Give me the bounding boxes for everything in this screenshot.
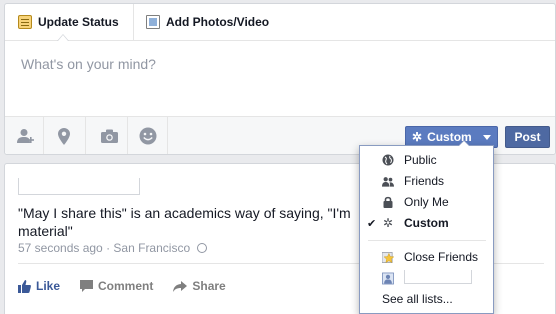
audience-option-only-me[interactable]: Only Me [360, 192, 493, 212]
photo-button[interactable] [98, 125, 120, 147]
post-text-line-2: material" [18, 223, 73, 239]
globe-icon [197, 243, 208, 253]
toolbar-divider [167, 117, 168, 154]
post-meta: 57 seconds ago · San Francisco [18, 241, 208, 255]
feeling-button[interactable] [137, 125, 159, 147]
tag-friends-button[interactable] [15, 125, 37, 147]
audience-list-redacted[interactable] [360, 268, 493, 288]
tag-friends-icon [17, 129, 34, 143]
composer-tabs: Update Status Add Photos/Video [5, 4, 555, 41]
friends-icon [382, 175, 394, 187]
thumbs-up-icon [18, 279, 31, 293]
list-name-redacted [404, 270, 472, 284]
comment-button[interactable]: Comment [80, 279, 153, 293]
toolbar-divider [43, 117, 44, 154]
tab-update-status[interactable]: Update Status [5, 4, 133, 40]
user-list-icon [382, 272, 394, 284]
audience-option-label: Friends [404, 174, 445, 188]
active-tab-indicator [57, 34, 69, 41]
toolbar-divider [127, 117, 128, 154]
tab-add-photos-video[interactable]: Add Photos/Video [133, 4, 269, 40]
post-body: "May I share this" is an academics way o… [18, 204, 368, 240]
audience-option-friends[interactable]: Friends [360, 171, 493, 191]
audience-dropdown-menu: Public Friends Only Me ✔ ✲ Custom Close … [359, 145, 494, 314]
audience-list-close-friends[interactable]: Close Friends [360, 247, 493, 267]
checkmark-icon: ✔ [367, 217, 377, 230]
tab-add-photos-label: Add Photos/Video [166, 15, 270, 29]
chevron-down-icon [483, 135, 491, 140]
globe-icon [382, 154, 394, 166]
dropdown-caret [458, 140, 470, 146]
gear-icon: ✲ [412, 130, 423, 144]
meta-separator: · [106, 241, 111, 255]
gear-icon: ✲ [382, 216, 394, 230]
share-button[interactable]: Share [173, 279, 226, 293]
status-icon [18, 15, 32, 29]
post-timestamp[interactable]: 57 seconds ago [18, 241, 103, 255]
post-text-line-1: "May I share this" is an academics way o… [18, 205, 351, 221]
star-icon [382, 251, 394, 263]
like-button[interactable]: Like [18, 279, 60, 293]
menu-divider [368, 240, 486, 241]
status-input[interactable]: What's on your mind? [5, 41, 555, 117]
story-actions: Like Comment Share [18, 278, 246, 294]
post-location[interactable]: San Francisco [113, 241, 190, 255]
comment-label: Comment [98, 279, 154, 293]
tab-update-status-label: Update Status [38, 15, 119, 29]
audience-list-label: Close Friends [404, 250, 479, 264]
lock-icon [382, 196, 394, 208]
see-all-lists-link[interactable]: See all lists... [382, 292, 453, 306]
comment-icon [80, 280, 94, 292]
audience-option-label: Only Me [404, 195, 449, 209]
like-label: Like [36, 279, 61, 293]
author-name-redacted [18, 178, 140, 195]
toolbar-divider [85, 117, 86, 154]
audience-option-label: Public [404, 153, 437, 167]
audience-option-label: Custom [404, 216, 449, 230]
feeling-icon [139, 127, 157, 145]
camera-icon [100, 129, 118, 143]
location-icon [58, 127, 70, 145]
post-button[interactable]: Post [505, 126, 550, 148]
audience-option-public[interactable]: Public [360, 150, 493, 170]
audience-option-custom[interactable]: ✔ ✲ Custom [360, 213, 493, 233]
share-label: Share [192, 279, 226, 293]
share-icon [173, 280, 188, 292]
status-composer: Update Status Add Photos/Video What's on… [4, 3, 556, 155]
photo-icon [146, 15, 160, 29]
location-button[interactable] [53, 125, 75, 147]
